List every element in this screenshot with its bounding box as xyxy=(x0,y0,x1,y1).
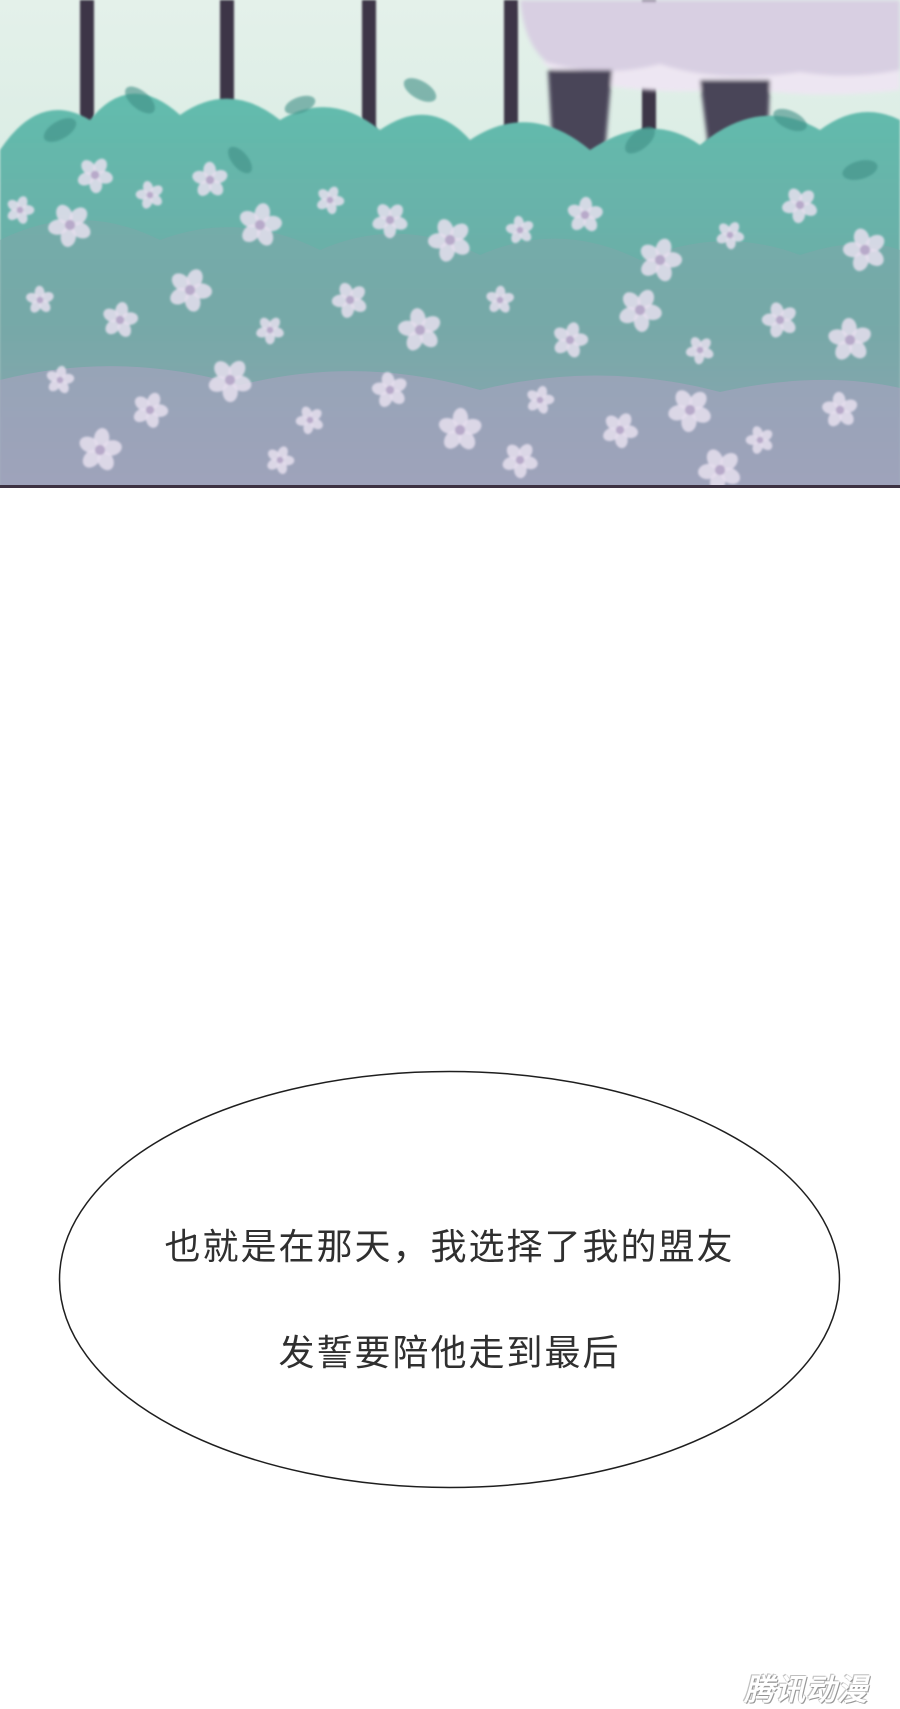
panel-bottom-border xyxy=(0,485,900,488)
bubble-text-line-2: 发誓要陪他走到最后 xyxy=(278,1333,621,1374)
speech-bubble-outline xyxy=(58,1070,841,1489)
bubble-text-line-1: 也就是在那天，我选择了我的盟友 xyxy=(164,1227,735,1268)
garden-scene xyxy=(0,0,900,488)
speech-bubble: 也就是在那天，我选择了我的盟友 发誓要陪他走到最后 xyxy=(58,1070,841,1489)
watermark-logo: 腾讯动漫 xyxy=(744,1673,868,1708)
illustration-panel xyxy=(0,0,900,488)
